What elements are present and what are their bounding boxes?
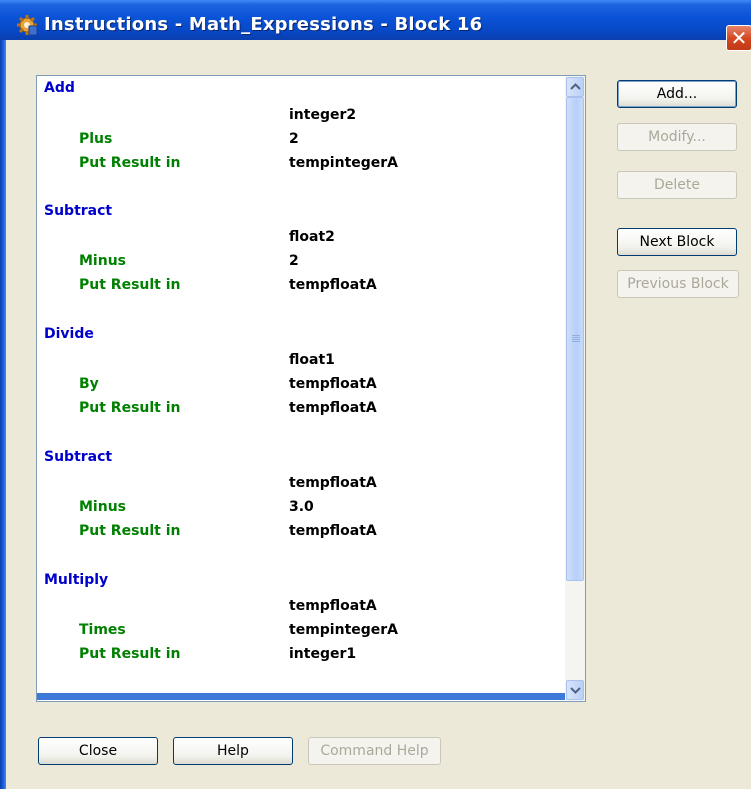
param-row: Put Result in integer1 <box>37 645 565 663</box>
param-value: 2 <box>289 131 299 147</box>
window-close-button[interactable]: ✕ <box>726 25 751 51</box>
param-value: integer1 <box>289 646 357 662</box>
param-value: tempintegerA <box>289 622 399 638</box>
param-label: By <box>79 376 99 392</box>
instruction-list-content: Add integer2 Plus 2 Put Result in tempin… <box>37 76 565 700</box>
operand-row: float2 <box>37 228 565 246</box>
operand-value: float2 <box>289 229 335 245</box>
param-row: Times tempintegerA <box>37 621 565 639</box>
command-help-button[interactable]: Command Help <box>308 737 441 765</box>
operand-row: integer2 <box>37 106 565 124</box>
param-row: Minus 2 <box>37 252 565 270</box>
param-value: tempfloatA <box>289 523 377 539</box>
param-row: Put Result in tempfloatA <box>37 276 565 294</box>
operand-row: float1 <box>37 351 565 369</box>
scroll-thumb[interactable] <box>566 97 584 581</box>
param-value: 3.0 <box>289 499 314 515</box>
operation-label: Subtract <box>44 203 113 219</box>
thumb-grip <box>572 341 580 342</box>
operation-label: Multiply <box>44 572 109 588</box>
param-row: By tempfloatA <box>37 375 565 393</box>
thumb-grip <box>572 335 580 336</box>
param-label: Put Result in <box>79 400 181 416</box>
operand-value: integer2 <box>289 107 357 123</box>
next-block-button[interactable]: Next Block <box>617 228 737 256</box>
param-value: tempfloatA <box>289 400 377 416</box>
param-label: Put Result in <box>79 155 181 171</box>
param-row: Minus 3.0 <box>37 498 565 516</box>
operand-value: float1 <box>289 352 335 368</box>
operation-label: Divide <box>44 326 94 342</box>
param-value: tempfloatA <box>289 376 377 392</box>
param-label: Minus <box>79 499 126 515</box>
close-button[interactable]: Close <box>38 737 158 765</box>
param-value: 2 <box>289 253 299 269</box>
param-value: tempfloatA <box>289 277 377 293</box>
operand-row: tempfloatA <box>37 474 565 492</box>
help-button[interactable]: Help <box>173 737 293 765</box>
thumb-grip <box>572 339 580 340</box>
selection-highlight <box>37 693 565 700</box>
add-button[interactable]: Add... <box>617 80 737 108</box>
thumb-grip <box>572 337 580 338</box>
previous-block-button[interactable]: Previous Block <box>617 270 739 298</box>
param-label: Put Result in <box>79 523 181 539</box>
window-left-border <box>0 40 6 789</box>
modify-button[interactable]: Modify... <box>617 123 737 151</box>
param-row: Plus 2 <box>37 130 565 148</box>
operation-label: Add <box>44 80 75 96</box>
param-row: Put Result in tempfloatA <box>37 399 565 417</box>
param-row: Put Result in tempintegerA <box>37 154 565 172</box>
window-title: Instructions - Math_Expressions - Block … <box>44 14 483 35</box>
operand-value: tempfloatA <box>289 598 377 614</box>
instructions-dialog: Instructions - Math_Expressions - Block … <box>0 0 751 789</box>
param-label: Put Result in <box>79 277 181 293</box>
delete-button[interactable]: Delete <box>617 171 737 199</box>
operand-value: tempfloatA <box>289 475 377 491</box>
instruction-list[interactable]: Add integer2 Plus 2 Put Result in tempin… <box>36 75 586 702</box>
param-label: Minus <box>79 253 126 269</box>
close-icon: ✕ <box>730 26 748 50</box>
operand-row: tempfloatA <box>37 597 565 615</box>
param-label: Plus <box>79 131 113 147</box>
vertical-scrollbar[interactable] <box>565 76 585 701</box>
title-bar[interactable]: Instructions - Math_Expressions - Block … <box>0 0 751 51</box>
operation-label: Subtract <box>44 449 113 465</box>
param-value: tempintegerA <box>289 155 399 171</box>
scroll-down-button[interactable] <box>566 680 584 700</box>
param-label: Put Result in <box>79 646 181 662</box>
gear-icon <box>16 14 38 36</box>
param-label: Times <box>79 622 126 638</box>
scroll-up-button[interactable] <box>566 77 584 97</box>
param-row: Put Result in tempfloatA <box>37 522 565 540</box>
